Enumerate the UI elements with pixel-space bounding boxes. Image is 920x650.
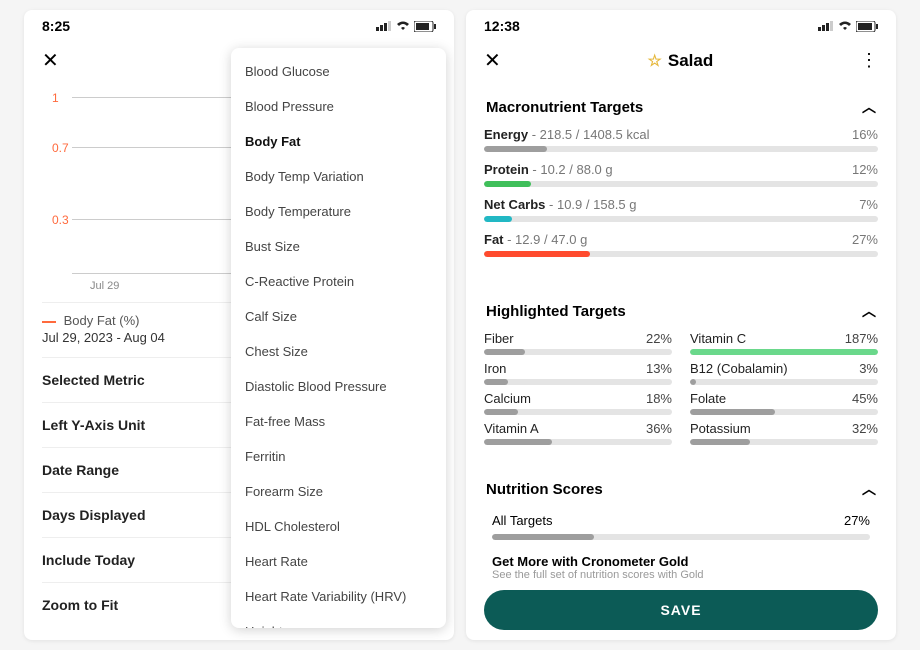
score-pct: 27% <box>844 513 870 528</box>
highlighted-item: Vitamin C187% <box>690 331 878 355</box>
battery-icon <box>856 21 878 32</box>
status-icons <box>376 21 436 32</box>
page-title: ☆ Salad <box>648 51 714 71</box>
macro-row: Protein - 10.2 / 88.0 g12% <box>484 162 878 187</box>
dropdown-item[interactable]: Body Temperature <box>231 194 446 229</box>
macro-row: Energy - 218.5 / 1408.5 kcal16% <box>484 127 878 152</box>
section-title: Nutrition Scores <box>486 481 603 498</box>
topbar-right: ✕ ☆ Salad ⋮ <box>466 38 896 83</box>
gold-upsell-title: Get More with Cronometer Gold <box>484 548 878 569</box>
y-tick: 0.7 <box>52 141 69 155</box>
dropdown-item[interactable]: Calf Size <box>231 299 446 334</box>
status-time: 12:38 <box>484 18 520 34</box>
dropdown-item[interactable]: Chest Size <box>231 334 446 369</box>
highlighted-item: B12 (Cobalamin)3% <box>690 361 878 385</box>
section-scores: Nutrition Scores ︿ All Targets 27% Get M… <box>480 465 882 587</box>
dropdown-item[interactable]: Body Temp Variation <box>231 159 446 194</box>
star-icon[interactable]: ☆ <box>648 51 662 71</box>
status-icons <box>818 21 878 32</box>
dropdown-item[interactable]: Bust Size <box>231 229 446 264</box>
close-icon[interactable]: ✕ <box>42 48 59 73</box>
highlighted-item: Potassium32% <box>690 421 878 445</box>
dropdown-item[interactable]: Diastolic Blood Pressure <box>231 369 446 404</box>
wifi-icon <box>838 21 852 31</box>
dropdown-item[interactable]: Heart Rate Variability (HRV) <box>231 579 446 614</box>
phone-left: 8:25 ✕ 1 0.7 0.3 Jul 29 Body Fat (%) Jul… <box>24 10 454 640</box>
section-title: Macronutrient Targets <box>486 99 643 116</box>
dropdown-item[interactable]: Body Fat <box>231 124 446 159</box>
highlighted-item: Iron13% <box>484 361 672 385</box>
more-icon[interactable]: ⋮ <box>860 50 878 71</box>
highlighted-item: Vitamin A36% <box>484 421 672 445</box>
x-axis-label: Jul 29 <box>90 280 119 292</box>
status-time: 8:25 <box>42 18 70 34</box>
macro-row: Fat - 12.9 / 47.0 g27% <box>484 232 878 257</box>
gold-upsell-sub: See the full set of nutrition scores wit… <box>484 569 878 581</box>
close-icon[interactable]: ✕ <box>484 48 501 73</box>
chevron-up-icon[interactable]: ︿ <box>862 479 876 499</box>
highlighted-item: Folate45% <box>690 391 878 415</box>
y-tick: 1 <box>52 91 59 105</box>
score-label: All Targets <box>492 513 552 528</box>
dropdown-item[interactable]: Blood Glucose <box>231 54 446 89</box>
dropdown-item[interactable]: C-Reactive Protein <box>231 264 446 299</box>
legend-swatch <box>42 321 56 323</box>
status-bar-left: 8:25 <box>24 10 454 38</box>
dropdown-item[interactable]: Height <box>231 614 446 628</box>
macro-row: Net Carbs - 10.9 / 158.5 g7% <box>484 197 878 222</box>
metric-dropdown[interactable]: Blood GlucoseBlood PressureBody FatBody … <box>231 48 446 628</box>
highlighted-item: Fiber22% <box>484 331 672 355</box>
section-macros: Macronutrient Targets ︿ Energy - 218.5 /… <box>480 83 882 273</box>
section-highlighted: Highlighted Targets ︿ Fiber22% Vitamin C1… <box>480 287 882 451</box>
dropdown-item[interactable]: Blood Pressure <box>231 89 446 124</box>
wifi-icon <box>396 21 410 31</box>
status-bar-right: 12:38 <box>466 10 896 38</box>
dropdown-item[interactable]: Ferritin <box>231 439 446 474</box>
y-tick: 0.3 <box>52 213 69 227</box>
signal-icon <box>376 21 392 31</box>
save-button[interactable]: SAVE <box>484 590 878 630</box>
dropdown-item[interactable]: HDL Cholesterol <box>231 509 446 544</box>
dropdown-item[interactable]: Forearm Size <box>231 474 446 509</box>
section-title: Highlighted Targets <box>486 303 626 320</box>
dropdown-item[interactable]: Heart Rate <box>231 544 446 579</box>
dropdown-item[interactable]: Fat-free Mass <box>231 404 446 439</box>
highlighted-item: Calcium18% <box>484 391 672 415</box>
battery-icon <box>414 21 436 32</box>
chevron-up-icon[interactable]: ︿ <box>862 301 876 321</box>
signal-icon <box>818 21 834 31</box>
chevron-up-icon[interactable]: ︿ <box>862 97 876 117</box>
phone-right: 12:38 ✕ ☆ Salad ⋮ Macronutrient Targets … <box>466 10 896 640</box>
